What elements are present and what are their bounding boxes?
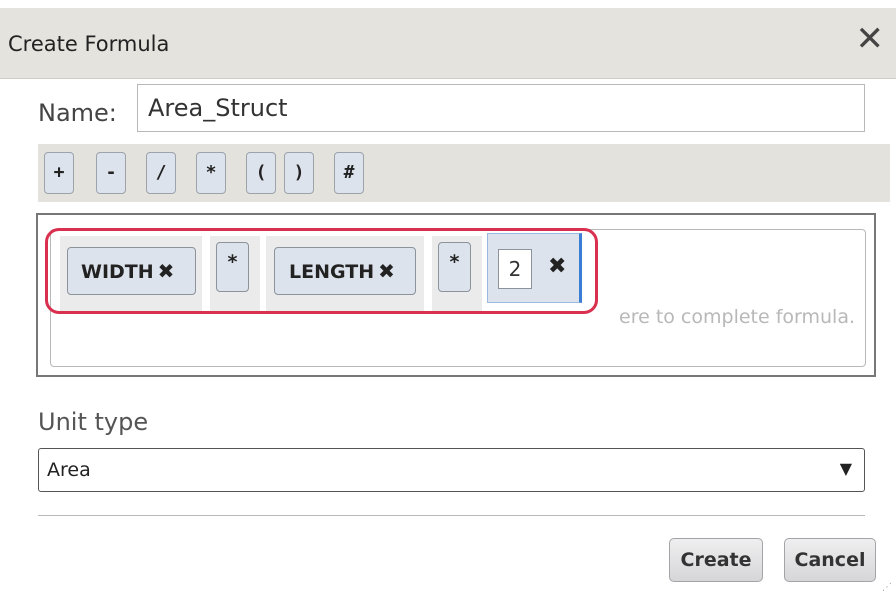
formula-token-number: ✖: [487, 233, 582, 303]
open-paren-button[interactable]: (: [246, 152, 276, 194]
plus-operator-button[interactable]: +: [44, 152, 74, 194]
top-strip: [0, 0, 896, 8]
dialog-title: Create Formula: [8, 32, 170, 56]
token-label: WIDTH: [81, 261, 154, 283]
minus-operator-button[interactable]: -: [96, 152, 126, 194]
formula-token-multiply[interactable]: *: [216, 242, 249, 292]
chevron-down-icon: ▼: [839, 459, 852, 478]
token-label: *: [449, 251, 460, 273]
number-button[interactable]: #: [334, 152, 364, 194]
name-label: Name:: [38, 99, 117, 127]
resize-grip-icon[interactable]: ⋰: [882, 582, 892, 593]
formula-token-multiply[interactable]: *: [438, 242, 471, 292]
unit-type-value: Area: [47, 459, 91, 481]
remove-token-icon[interactable]: ✖: [378, 259, 395, 283]
unit-type-select[interactable]: Area ▼: [38, 448, 865, 492]
cancel-button[interactable]: Cancel: [784, 538, 876, 582]
close-paren-button[interactable]: ): [284, 152, 314, 194]
close-icon[interactable]: ✕: [856, 22, 885, 56]
divider: [38, 515, 865, 516]
formula-token-width[interactable]: WIDTH ✖: [67, 247, 196, 295]
create-button[interactable]: Create: [669, 538, 763, 582]
divide-operator-button[interactable]: /: [146, 152, 176, 194]
token-label: LENGTH: [289, 261, 375, 283]
formula-token-length[interactable]: LENGTH ✖: [274, 247, 416, 295]
operator-toolbar: + - / * ( ) #: [38, 144, 890, 202]
multiply-operator-button[interactable]: *: [196, 152, 226, 194]
number-input[interactable]: [498, 249, 532, 289]
name-input[interactable]: [137, 84, 865, 132]
dialog-titlebar: Create Formula ✕: [0, 8, 896, 79]
formula-placeholder: ere to complete formula.: [619, 306, 856, 328]
unit-type-label: Unit type: [38, 408, 149, 436]
remove-token-icon[interactable]: ✖: [548, 254, 566, 279]
remove-token-icon[interactable]: ✖: [158, 259, 175, 283]
token-label: *: [227, 251, 238, 273]
